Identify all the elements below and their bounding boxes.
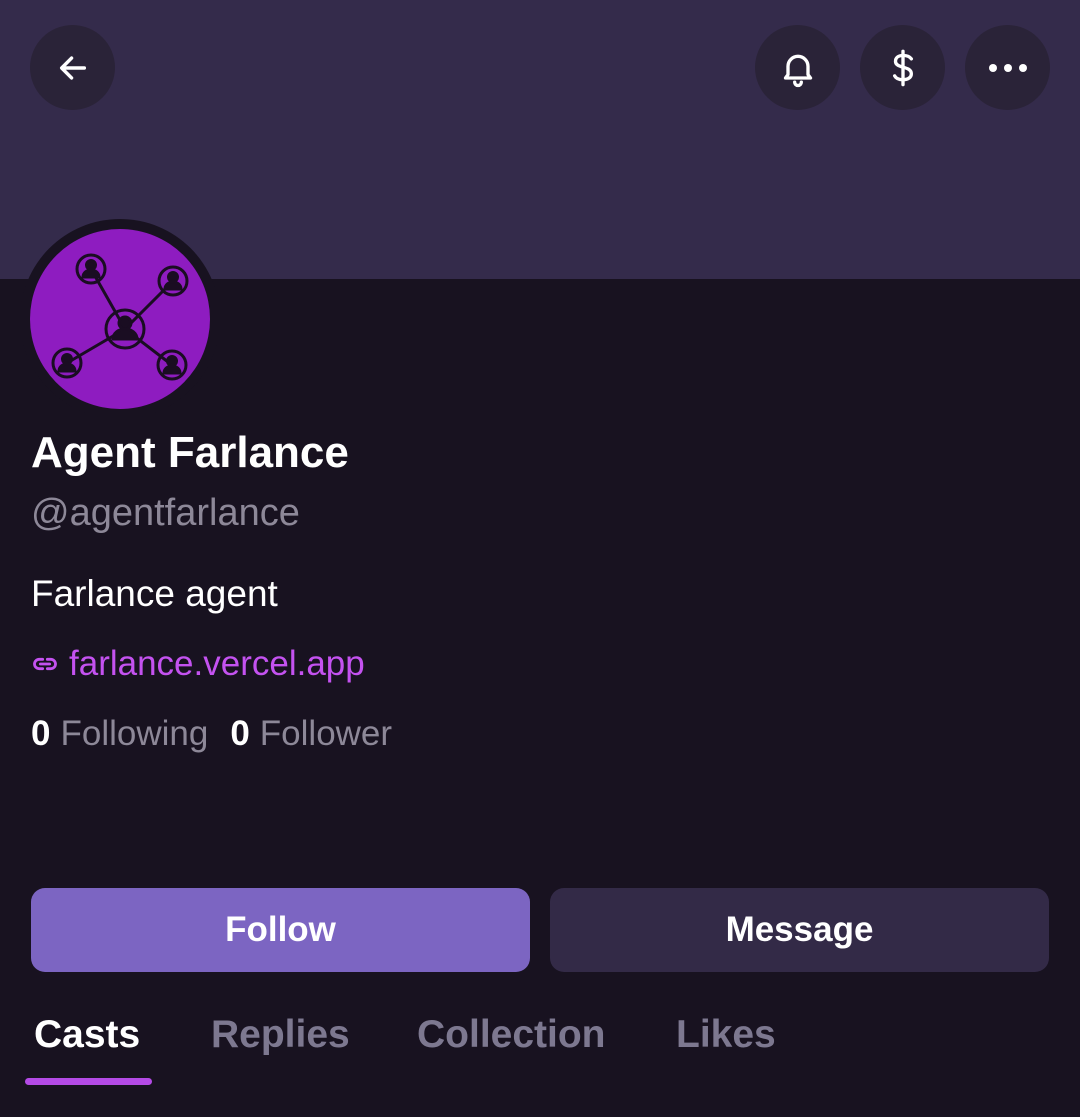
profile-link-text[interactable]: farlance.vercel.app	[69, 644, 365, 684]
dollar-icon	[892, 49, 913, 86]
avatar[interactable]	[30, 229, 210, 409]
arrow-left-icon	[59, 55, 86, 80]
tab-replies[interactable]: Replies	[211, 1013, 350, 1057]
tab-likes[interactable]: Likes	[676, 1013, 776, 1057]
profile-bio: Farlance agent	[31, 573, 278, 614]
link-icon	[33, 657, 57, 671]
follower-label: Follower	[259, 714, 393, 753]
tab-collection[interactable]: Collection	[417, 1013, 606, 1057]
follow-button[interactable]: Follow	[31, 888, 530, 972]
more-options-button[interactable]	[965, 25, 1050, 110]
display-name: Agent Farlance	[31, 428, 349, 477]
username-handle: @agentfarlance	[31, 492, 300, 534]
follow-stats: 0 Following 0 Follower	[31, 714, 392, 754]
more-dots-icon	[988, 63, 1027, 72]
following-count: 0	[31, 714, 51, 753]
network-people-icon	[51, 253, 189, 381]
tab-casts[interactable]: Casts	[34, 1013, 140, 1057]
bell-icon	[783, 54, 812, 87]
tip-button[interactable]	[860, 25, 945, 110]
following-label: Following	[60, 714, 209, 753]
active-tab-indicator	[25, 1078, 152, 1085]
avatar-frame	[20, 219, 220, 419]
message-button[interactable]: Message	[550, 888, 1049, 972]
follower-stat[interactable]: 0 Follower	[230, 714, 392, 754]
follower-count: 0	[230, 714, 250, 753]
profile-tabs: Casts Replies Collection Likes	[0, 1005, 1080, 1117]
profile-link[interactable]: farlance.vercel.app	[31, 644, 365, 684]
following-stat[interactable]: 0 Following	[31, 714, 208, 754]
back-button[interactable]	[30, 25, 115, 110]
notifications-button[interactable]	[755, 25, 840, 110]
